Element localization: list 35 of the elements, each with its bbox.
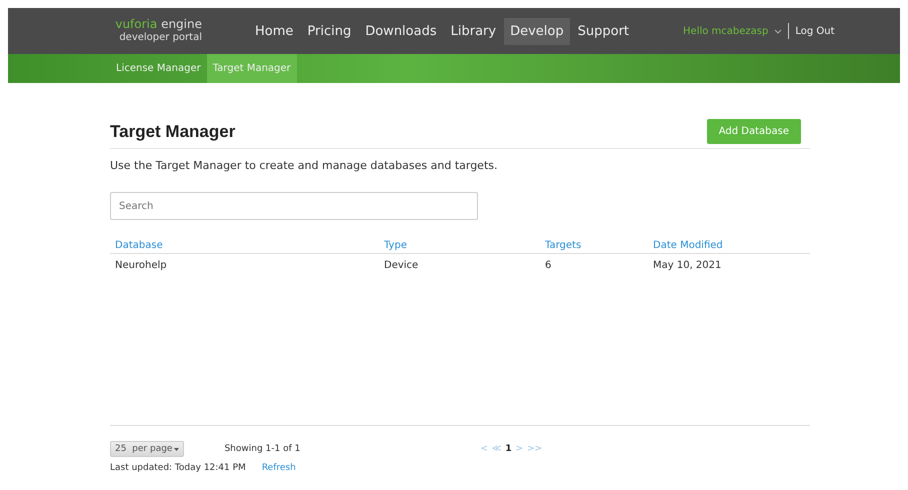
page-title: Target Manager [110,122,236,142]
nav-link[interactable]: Pricing [301,18,358,44]
page-link[interactable]: > [516,444,524,454]
nav-link[interactable]: Develop [504,18,570,44]
logout-link[interactable]: Log Out [795,26,835,36]
sub-nav-link[interactable]: Target Manager [206,54,297,83]
page-link[interactable]: 1 [505,444,512,454]
sub-nav-link[interactable]: License Manager [110,54,207,83]
logo[interactable]: vuforia engine [115,17,202,31]
chevron-icon[interactable] [774,28,782,34]
table-cell-text: 6 [545,260,552,271]
table-cell-text: May 10, 2021 [653,260,722,271]
page-link[interactable]: >> [527,444,542,454]
add-database-button[interactable]: Add Database [706,119,801,144]
refresh-link[interactable]: Refresh [262,463,296,473]
nav-link[interactable]: Support [572,18,636,44]
logo-subtitle: developer portal [119,31,202,45]
column-header[interactable]: Date Modified [653,240,805,251]
showing-count: Showing 1-1 of 1 [224,444,300,454]
page-link[interactable]: < [480,444,488,454]
per-page-dropdown[interactable]: 25 per page [110,441,184,457]
page-description: Use the Target Manager to create and manage databases and targets. [110,159,498,172]
page-link[interactable]: ≪ [492,444,502,454]
column-header[interactable]: Database [115,240,384,251]
column-header[interactable]: Type [384,240,545,251]
search-field[interactable]: Search [110,192,478,220]
table-cell-text: Neurohelp [115,260,168,271]
nav-link[interactable]: Home [249,18,300,44]
nav-link[interactable]: Library [444,18,502,44]
column-header[interactable]: Targets [545,240,653,251]
caret-icon[interactable] [174,448,180,450]
user-menu[interactable]: Hello mcabezasp [683,26,768,36]
last-updated: Last updated: Today 12:41 PM [110,463,246,473]
table-cell-text: Device [384,260,420,271]
nav-link[interactable]: Downloads [359,18,443,44]
